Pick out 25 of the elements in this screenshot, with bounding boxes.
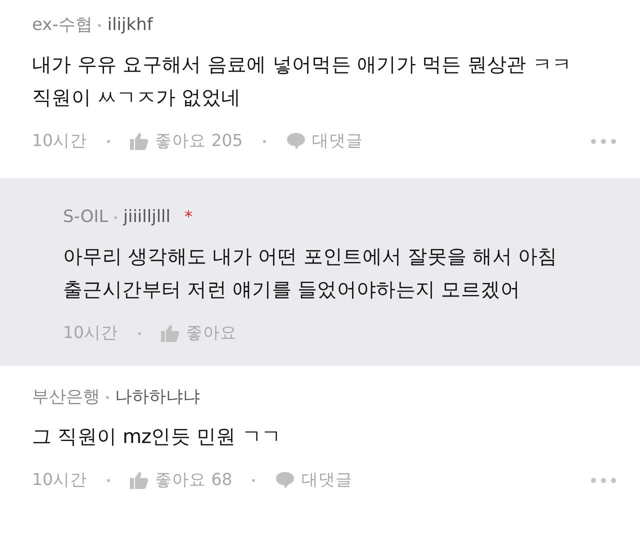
thumbs-up-icon[interactable] [161, 324, 180, 342]
author-mark: * [184, 206, 192, 228]
comment-text: 내가 우유 요구해서 음료에 넣어먹든 애기가 먹든 뭔상관 ㅋㅋ 직원이 ㅆㄱㅈ가 없었네 [32, 52, 573, 111]
company-name: ex-수협 [32, 14, 92, 37]
more-icon[interactable] [591, 138, 616, 144]
nickname[interactable]: ilijkhf [107, 12, 153, 38]
thumbs-up-icon[interactable] [130, 132, 149, 150]
timestamp: 10시간 [63, 322, 118, 344]
timestamp: 10시간 [32, 130, 87, 152]
nickname[interactable]: 나하하냐냐 [115, 384, 200, 410]
like-button[interactable]: 좋아요 205 [155, 128, 243, 154]
timestamp: 10시간 [32, 468, 87, 491]
reply-button[interactable]: 대댓글 [312, 128, 363, 154]
nickname[interactable]: jiiilljlll [123, 204, 170, 230]
company-name: S-OIL [63, 206, 108, 229]
more-icon[interactable] [591, 478, 616, 482]
like-button[interactable]: 좋아요 [186, 320, 237, 346]
reply-button[interactable]: 대댓글 [301, 468, 352, 492]
comment-text: 아무리 생각해도 내가 어떤 포인트에서 잘못을 해서 아침 출근시간부터 저런 얘기를 들었어야하는지 모르겠어 [63, 244, 558, 303]
speech-bubble-icon[interactable] [275, 471, 296, 489]
thumbs-up-icon[interactable] [130, 471, 149, 489]
speech-bubble-icon[interactable] [286, 132, 306, 150]
company-name: 부산은행 [32, 386, 100, 409]
comment-text: 그 직원이 mz인듯 민원 ㄱㄱ [32, 424, 282, 450]
like-button[interactable]: 좋아요 68 [155, 468, 232, 492]
